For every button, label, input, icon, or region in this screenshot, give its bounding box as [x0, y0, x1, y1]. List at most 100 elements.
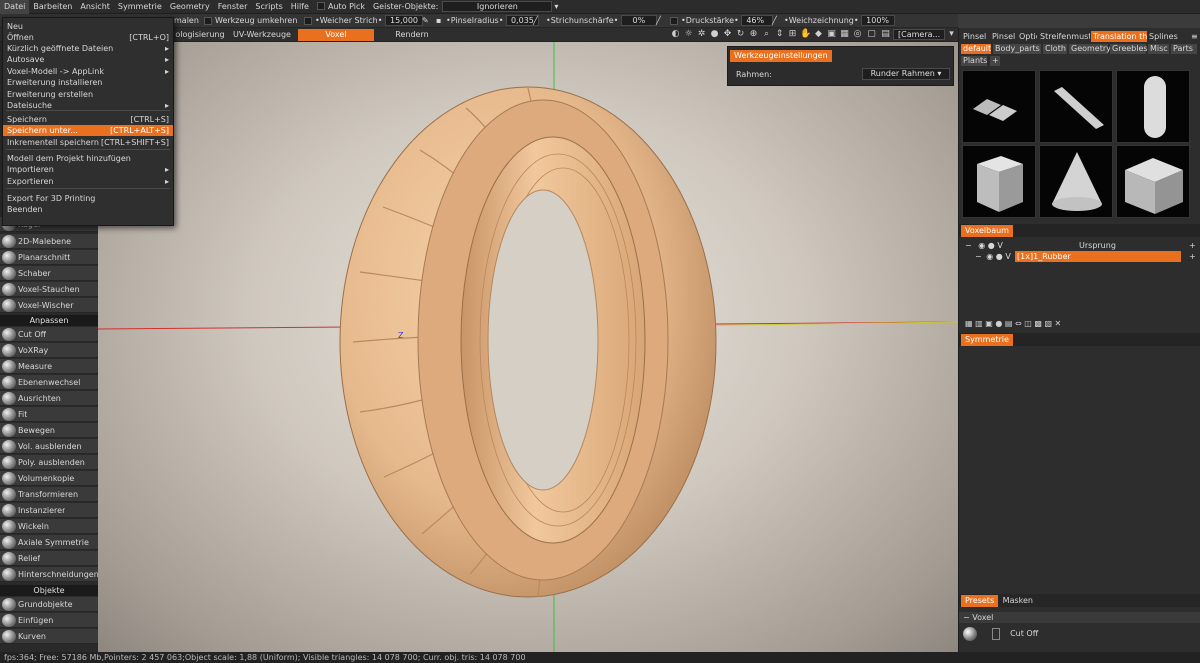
frame-icon[interactable]: ▢ [866, 29, 877, 40]
drop-icon[interactable]: ● [709, 29, 720, 40]
lock-icon[interactable]: ▪ [436, 15, 441, 27]
sun-icon[interactable]: ☼ [683, 29, 694, 40]
dot-icon[interactable]: ● [996, 252, 1003, 261]
file-menu-item[interactable]: Kürzlich geöffnete Dateien ▸ [3, 43, 173, 54]
strichschaerfe-value[interactable]: 0% [620, 15, 657, 26]
brush-icon[interactable]: ✎ [422, 15, 429, 27]
swap-icon[interactable]: ⇔ [1015, 319, 1022, 328]
model-thumb-cone[interactable] [1039, 145, 1113, 218]
rahmen-select[interactable]: Runder Rahmen ▾ [862, 68, 950, 80]
section-anpassen[interactable]: Anpassen [0, 315, 98, 326]
tool-grundobjekte[interactable]: Grundobjekte [0, 597, 98, 612]
camera-select[interactable]: [Camera... [893, 29, 945, 40]
file-menu-item[interactable]: Öffnen [CTRL+O] [3, 32, 173, 43]
copy-icon[interactable]: ▣ [985, 319, 993, 328]
file-menu-item[interactable]: Erweiterung erstellen [3, 89, 173, 100]
panel-menu-icon[interactable]: ≡ [1189, 31, 1200, 42]
tool-anpassen-item[interactable]: VoXRay [0, 343, 98, 358]
save-icon[interactable]: ▧ [1044, 319, 1052, 328]
tab-masken[interactable]: Masken [1003, 596, 1033, 605]
chevron-down-icon[interactable]: ▾ [946, 29, 957, 40]
menu-bearbeiten[interactable]: Barbeiten [29, 0, 76, 14]
section-objekte[interactable]: Objekte [0, 585, 98, 596]
tree-row-ursprung[interactable]: − ◉ ● V Ursprung + [965, 240, 1197, 251]
file-menu-item[interactable]: Beenden [3, 204, 173, 215]
right-tab[interactable]: Streifenmust [1038, 31, 1090, 42]
file-menu-item[interactable]: Voxel-Modell -> AppLink ▸ [3, 66, 173, 77]
model-thumb-plates[interactable] [962, 70, 1036, 143]
tool-anpassen-item[interactable]: Bewegen [0, 423, 98, 438]
merge-icon[interactable]: ◫ [1024, 319, 1032, 328]
werkzeug-umkehren-checkbox[interactable] [204, 16, 212, 25]
tool-anpassen-item[interactable]: Ebenenwechsel [0, 375, 98, 390]
fit-icon[interactable]: ⊞ [787, 29, 798, 40]
right-tab[interactable]: Pinsel [990, 31, 1016, 42]
tool-anpassen-item[interactable]: Fit [0, 407, 98, 422]
tool-anpassen-item[interactable]: Cut Off [0, 327, 98, 342]
file-menu-item[interactable]: Speichern unter... [CTRL+ALT+S] [3, 125, 173, 136]
pan-icon[interactable]: ✋ [800, 29, 811, 40]
sphere-icon[interactable]: ● [995, 319, 1002, 328]
rotate-icon[interactable]: ↻ [735, 29, 746, 40]
duplicate-icon[interactable]: ▤ [1005, 319, 1013, 328]
search-icon[interactable]: ⌕ [761, 29, 772, 40]
tool-anpassen-item[interactable]: Wickeln [0, 519, 98, 534]
tool-anpassen-item[interactable]: Relief [0, 551, 98, 566]
model-thumb-capsule[interactable] [1116, 70, 1190, 143]
tab-retopologisierung[interactable]: ologisierung [174, 29, 226, 41]
menu-scripts[interactable]: Scripts [251, 0, 286, 14]
layers-icon[interactable]: ▦ [965, 319, 973, 328]
menu-ansicht[interactable]: Ansicht [76, 0, 114, 14]
zoom-icon[interactable]: ⊕ [748, 29, 759, 40]
tool-voxel-stauchen[interactable]: Voxel-Stauchen [0, 282, 98, 297]
tool-anpassen-item[interactable]: Transformieren [0, 487, 98, 502]
file-menu-item[interactable]: Importieren ▸ [3, 164, 173, 175]
auto-pick-checkbox[interactable] [316, 2, 325, 10]
tool-planarschnitt[interactable]: Planarschnitt [0, 250, 98, 265]
model-thumb-cube[interactable] [962, 145, 1036, 218]
tool-anpassen-item[interactable]: Hinterschneidungen [0, 567, 98, 582]
tool-schaber[interactable]: Schaber [0, 266, 98, 281]
arrows-icon[interactable]: ⇕ [774, 29, 785, 40]
preset-chip[interactable]: Body_parts [993, 44, 1041, 54]
dot-icon[interactable]: ● [988, 241, 995, 250]
collapse-icon[interactable]: − [975, 252, 982, 261]
preset-chip[interactable]: Cloth [1043, 44, 1067, 54]
v-icon[interactable]: V [1005, 252, 1010, 261]
camera-icon[interactable]: ▤ [880, 29, 891, 40]
cube-icon[interactable]: ◆ [813, 29, 824, 40]
model-thumb-box[interactable] [1116, 145, 1190, 218]
tool-2d-malebene[interactable]: 2D-Malebene [0, 234, 98, 249]
tool-anpassen-item[interactable]: Axiale Symmetrie [0, 535, 98, 550]
strichschaerfe-control[interactable]: •Strichunschärfe• 0% [546, 15, 657, 27]
smoothing-icon[interactable]: ╱ [772, 15, 777, 27]
preset-chip[interactable]: Misc [1148, 44, 1169, 54]
tab-rendern[interactable]: Rendern [374, 29, 450, 41]
druckstaerke-value[interactable]: 46% [741, 15, 774, 26]
v-icon[interactable]: V [997, 241, 1002, 250]
menu-symmetrie[interactable]: Symmetrie [114, 0, 166, 14]
file-menu-item[interactable]: Inkrementell speichern [CTRL+SHIFT+S] [3, 137, 173, 148]
tool-anpassen-item[interactable]: Poly. ausblenden [0, 455, 98, 470]
tab-voxel[interactable]: Voxel [298, 29, 374, 41]
right-tab[interactable]: Translation there [1091, 31, 1147, 42]
add-layer-icon[interactable]: + [1189, 251, 1196, 262]
auto-pick-toggle[interactable]: Auto Pick [313, 0, 369, 14]
3d-viewport[interactable]: Z [98, 42, 958, 652]
preset-chip[interactable]: Plants [961, 56, 987, 66]
right-tab[interactable]: Optio [1017, 31, 1037, 42]
tool-kurven[interactable]: Kurven [0, 629, 98, 644]
tool-anpassen-item[interactable]: Instanzierer [0, 503, 98, 518]
move-icon[interactable]: ✥ [722, 29, 733, 40]
target-icon[interactable]: ◎ [852, 29, 863, 40]
weicher-strich-value[interactable]: 15,000 [385, 15, 423, 26]
tab-presets[interactable]: Presets [961, 595, 999, 607]
file-menu-item[interactable]: Modell dem Projekt hinzufügen [3, 153, 173, 164]
tool-anpassen-item[interactable]: Volumenkopie [0, 471, 98, 486]
preset-chip[interactable]: default [961, 44, 991, 54]
eye-icon[interactable]: ◉ [986, 252, 993, 261]
preset-cut-off[interactable]: Cut Off [963, 626, 1197, 642]
collapse-icon[interactable]: − [965, 241, 972, 250]
tree-row-rubber[interactable]: − ◉ ● V [1x]1_Rubber + [975, 251, 1197, 262]
file-menu-item[interactable]: Autosave ▸ [3, 54, 173, 65]
